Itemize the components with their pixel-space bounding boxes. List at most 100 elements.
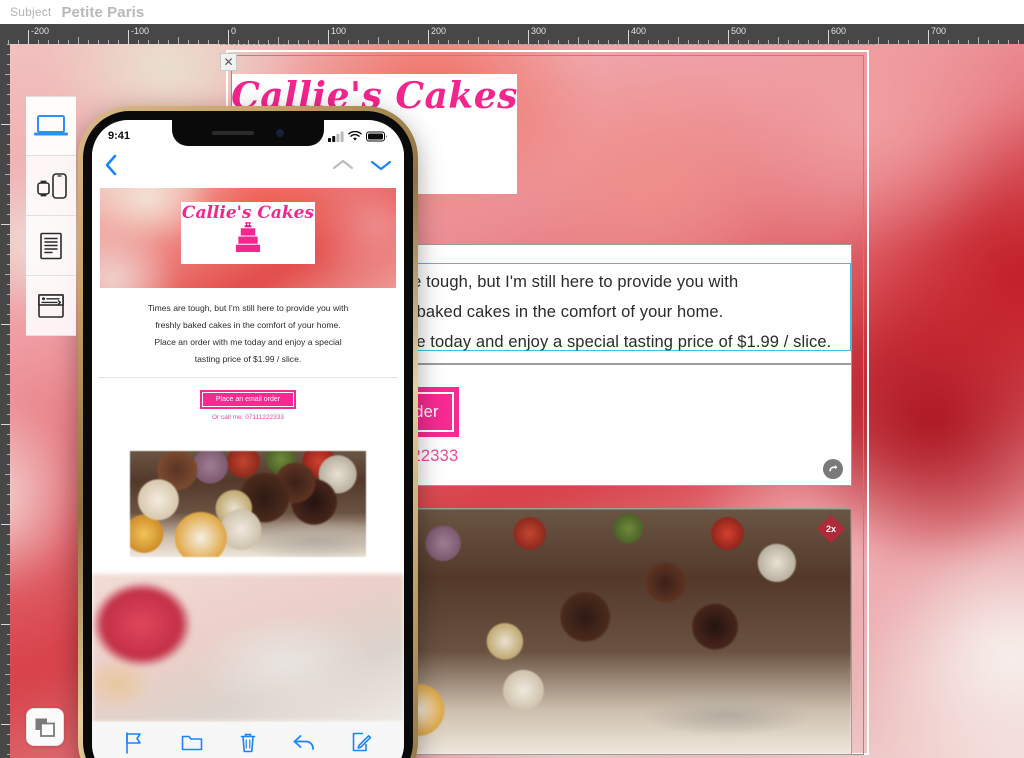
ruler-tick bbox=[508, 40, 509, 44]
ruler-tick bbox=[268, 40, 269, 44]
ruler-tick bbox=[708, 40, 709, 44]
ruler-tick bbox=[858, 40, 859, 44]
ruler-tick-vertical bbox=[7, 534, 10, 535]
ruler-tick bbox=[258, 40, 259, 44]
horizontal-ruler[interactable]: -200 -100 0 100 200 300 400 500 600 700 bbox=[0, 24, 1024, 44]
mail-body-line: Times are tough, but I'm still here to p… bbox=[147, 303, 349, 313]
ruler-tick bbox=[278, 37, 279, 44]
ruler-tick bbox=[88, 40, 89, 44]
ruler-tick bbox=[8, 40, 9, 44]
subject-value[interactable]: Petite Paris bbox=[61, 4, 144, 21]
ruler-tick-vertical bbox=[7, 184, 10, 185]
device-preview-desktop[interactable] bbox=[26, 96, 76, 156]
ruler-tick-vertical bbox=[7, 394, 10, 395]
flag-icon[interactable] bbox=[124, 732, 144, 754]
ruler-tick bbox=[318, 40, 319, 44]
ruler-tick bbox=[648, 40, 649, 44]
ruler-tick-vertical bbox=[7, 614, 10, 615]
compose-icon[interactable] bbox=[352, 732, 372, 752]
ruler-tick bbox=[718, 40, 719, 44]
mail-cta-card: Place an email order Or call me: 0711122… bbox=[98, 378, 398, 432]
ruler-tick-vertical bbox=[5, 474, 10, 475]
ruler-tick-vertical bbox=[7, 264, 10, 265]
ruler-tick-vertical bbox=[7, 494, 10, 495]
ruler-tick-vertical bbox=[7, 564, 10, 565]
ruler-tick bbox=[118, 40, 119, 44]
ruler-tick bbox=[368, 40, 369, 44]
ruler-tick bbox=[598, 40, 599, 44]
ruler-tick-vertical bbox=[7, 714, 10, 715]
ruler-tick-vertical bbox=[7, 554, 10, 555]
mail-donuts-photo bbox=[130, 451, 366, 557]
ruler-tick-vertical bbox=[7, 514, 10, 515]
ruler-tick-major bbox=[628, 30, 629, 44]
ruler-tick-major bbox=[928, 30, 929, 44]
ruler-tick-vertical bbox=[7, 314, 10, 315]
layers-button[interactable] bbox=[26, 708, 64, 746]
ruler-tick bbox=[538, 40, 539, 44]
ruler-tick bbox=[568, 40, 569, 44]
device-preview-mobile[interactable] bbox=[26, 156, 76, 216]
subject-bar: Subject Petite Paris bbox=[0, 0, 1024, 24]
down-chevron-icon[interactable] bbox=[370, 158, 392, 172]
ruler-tick bbox=[838, 40, 839, 44]
up-chevron-icon[interactable] bbox=[332, 158, 354, 172]
ruler-tick bbox=[188, 40, 189, 44]
ruler-label: 200 bbox=[431, 26, 447, 36]
redo-arrow-icon[interactable] bbox=[823, 459, 843, 479]
ruler-tick bbox=[958, 40, 959, 44]
ruler-tick-major bbox=[428, 30, 429, 44]
ruler-label: 700 bbox=[931, 26, 947, 36]
mail-message-body[interactable]: Callie's Cakes Times are tough, but I'm … bbox=[92, 182, 404, 722]
phone-screen[interactable]: 9:41 Callie's Cakes Times are tough, but… bbox=[92, 120, 404, 758]
ruler-tick bbox=[518, 40, 519, 44]
close-icon[interactable]: ✕ bbox=[220, 53, 237, 71]
ruler-tick bbox=[18, 40, 19, 44]
ruler-tick bbox=[748, 40, 749, 44]
ruler-tick-major bbox=[828, 30, 829, 44]
ruler-tick-vertical bbox=[7, 384, 10, 385]
ruler-tick-vertical bbox=[7, 344, 10, 345]
ruler-tick-vertical bbox=[7, 584, 10, 585]
mail-place-email-order-button[interactable]: Place an email order bbox=[200, 389, 296, 409]
mail-logo-card: Callie's Cakes bbox=[181, 202, 315, 264]
ruler-tick-vertical bbox=[7, 364, 10, 365]
iphone-preview[interactable]: 9:41 Callie's Cakes Times are tough, but… bbox=[78, 106, 418, 758]
ruler-tick bbox=[998, 40, 999, 44]
mail-nav-right bbox=[332, 158, 392, 172]
ruler-tick bbox=[398, 40, 399, 44]
ruler-tick-vertical bbox=[7, 734, 10, 735]
back-chevron-icon[interactable] bbox=[104, 154, 118, 176]
status-time: 9:41 bbox=[108, 130, 131, 142]
ruler-tick bbox=[588, 40, 589, 44]
ruler-tick bbox=[338, 40, 339, 44]
folder-icon[interactable] bbox=[181, 732, 203, 752]
ruler-tick bbox=[738, 40, 739, 44]
mail-body-line: tasting price of $1.99 / slice. bbox=[194, 354, 302, 364]
ruler-tick bbox=[168, 40, 169, 44]
ruler-tick-vertical bbox=[5, 674, 10, 675]
trash-icon[interactable] bbox=[239, 732, 257, 754]
ruler-tick bbox=[218, 40, 219, 44]
device-preview-inbox[interactable] bbox=[26, 276, 76, 336]
earpiece-speaker-icon bbox=[212, 131, 254, 135]
mail-text-card: Times are tough, but I'm still here to p… bbox=[98, 290, 398, 378]
device-preview-plain-text[interactable] bbox=[26, 216, 76, 276]
ruler-tick bbox=[558, 40, 559, 44]
ruler-tick bbox=[578, 37, 579, 44]
mail-nav-bar[interactable] bbox=[92, 148, 404, 182]
ruler-label: 500 bbox=[731, 26, 747, 36]
device-preview-sidebar bbox=[26, 96, 76, 336]
ruler-tick bbox=[678, 37, 679, 44]
ruler-tick bbox=[138, 40, 139, 44]
mail-phone-line[interactable]: Or call me: 07111222333 bbox=[212, 414, 284, 421]
inbox-preview-icon bbox=[38, 293, 64, 318]
ruler-tick-vertical bbox=[7, 244, 10, 245]
reply-icon[interactable] bbox=[293, 732, 315, 752]
ruler-tick-vertical bbox=[5, 374, 10, 375]
design-canvas[interactable]: ✕ Callie's Cakes Times are tough, but I'… bbox=[10, 44, 1024, 758]
ruler-tick-vertical bbox=[7, 434, 10, 435]
ruler-tick-vertical bbox=[7, 194, 10, 195]
vertical-ruler[interactable] bbox=[0, 24, 10, 758]
ruler-tick-vertical bbox=[1, 424, 10, 425]
